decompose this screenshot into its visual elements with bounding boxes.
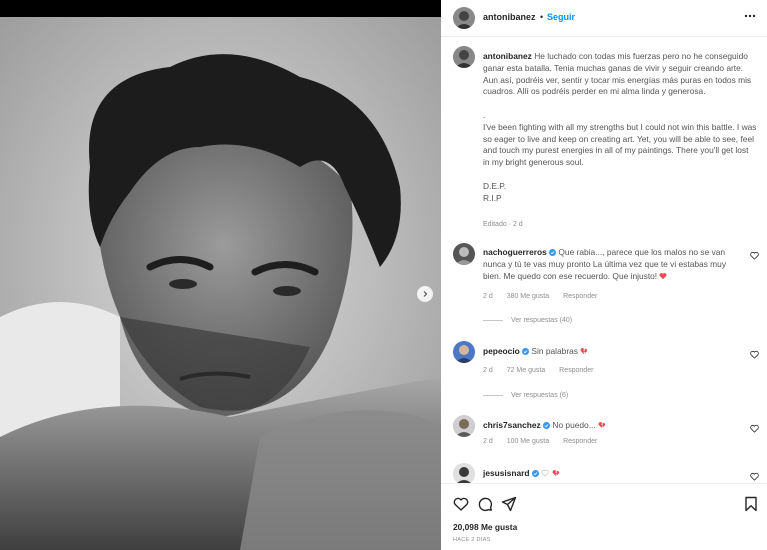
comment-like-heart-icon[interactable] <box>750 472 759 481</box>
broken-heart-icon <box>580 348 588 355</box>
comment-likes[interactable]: 100 Me gusta <box>507 438 549 445</box>
caption-meta: Editado · 2 d <box>483 221 523 228</box>
comment-like-heart-icon[interactable] <box>750 251 759 260</box>
comment-username[interactable]: nachoguerreros <box>483 247 547 257</box>
comment-age: 2 d <box>483 438 493 445</box>
avatar[interactable] <box>453 46 475 68</box>
separator-dot: • <box>540 12 544 22</box>
caption-english: I've been fighting with all my strengths… <box>483 121 757 168</box>
comment-age: 2 d <box>483 293 493 300</box>
comment-likes[interactable]: 380 Me gusta <box>507 293 549 300</box>
avatar[interactable] <box>453 341 475 363</box>
comment-like-heart-icon[interactable] <box>750 424 759 433</box>
comments-scroll-area[interactable]: antonibanez He luchado con todas mis fue… <box>441 37 767 483</box>
post-actions: 20,098 Me gusta HACE 2 DÍAS <box>441 483 767 550</box>
caption-dep: D.E.P. <box>483 180 507 191</box>
verified-icon <box>522 348 530 355</box>
caption-username[interactable]: antonibanez <box>483 51 532 61</box>
carousel-next-button[interactable] <box>417 286 433 302</box>
comment-username[interactable]: jesusisnard <box>483 468 530 478</box>
verified-icon <box>549 249 557 256</box>
broken-heart-icon <box>552 470 559 477</box>
post-photo[interactable] <box>0 0 441 550</box>
caption-dot: . <box>483 109 486 120</box>
post-details-panel: antonibanez • Seguir antonibanez He luch… <box>441 0 767 550</box>
replies-divider <box>483 320 503 321</box>
broken-heart-icon <box>598 422 606 429</box>
comment-meta: 2 d 100 Me gusta Responder <box>483 438 609 445</box>
caption-rip: R.I.P <box>483 192 502 203</box>
caption-text: antonibanez He luchado con todas mis fue… <box>483 51 757 204</box>
heart-icon[interactable] <box>453 496 469 512</box>
post-likes-count[interactable]: 20,098 Me gusta <box>453 522 517 532</box>
white-heart-icon <box>541 469 549 477</box>
view-replies-label[interactable]: Ver respuestas (40) <box>511 317 572 324</box>
comment-body: chris7sanchez No puedo... <box>483 420 743 432</box>
reply-button[interactable]: Responder <box>559 367 593 374</box>
avatar[interactable] <box>453 463 475 483</box>
red-heart-icon <box>660 272 667 279</box>
comment-meta: 2 d 380 Me gusta Responder <box>483 293 609 300</box>
comment-text: Sin palabras <box>531 346 578 356</box>
share-icon[interactable] <box>501 496 517 512</box>
verified-icon <box>531 470 539 477</box>
verified-icon <box>543 422 551 429</box>
portrait-photo <box>0 17 441 550</box>
comment-username[interactable]: chris7sanchez <box>483 420 541 430</box>
post-timestamp: HACE 2 DÍAS <box>453 537 491 543</box>
avatar[interactable] <box>453 415 475 437</box>
comment-text: No puedo... <box>552 420 596 430</box>
more-options-icon[interactable] <box>743 9 757 23</box>
comment-icon[interactable] <box>477 496 493 512</box>
follow-button[interactable]: Seguir <box>547 12 575 22</box>
chevron-right-icon <box>423 291 428 297</box>
save-icon[interactable] <box>743 496 759 512</box>
comment-likes[interactable]: 72 Me gusta <box>507 367 546 374</box>
reply-button[interactable]: Responder <box>563 438 597 445</box>
comment-like-heart-icon[interactable] <box>750 350 759 359</box>
comment-meta: 2 d 72 Me gusta Responder <box>483 367 605 374</box>
avatar[interactable] <box>453 243 475 265</box>
replies-divider <box>483 395 503 396</box>
comment-age: 2 d <box>483 367 493 374</box>
view-replies-label[interactable]: Ver respuestas (6) <box>511 392 568 399</box>
post-header: antonibanez • Seguir <box>441 0 767 37</box>
comment-username[interactable]: pepeocio <box>483 346 520 356</box>
avatar[interactable] <box>453 7 475 29</box>
post-author-username[interactable]: antonibanez <box>483 12 536 22</box>
comment-body: pepeocio Sin palabras <box>483 346 743 358</box>
reply-button[interactable]: Responder <box>563 293 597 300</box>
view-replies-button[interactable]: Ver respuestas (40) <box>483 317 572 324</box>
comment-body: nachoguerreros Que rabia..., parece que … <box>483 247 743 282</box>
comment-body: jesusisnard <box>483 468 743 480</box>
view-replies-button[interactable]: Ver respuestas (6) <box>483 392 568 399</box>
